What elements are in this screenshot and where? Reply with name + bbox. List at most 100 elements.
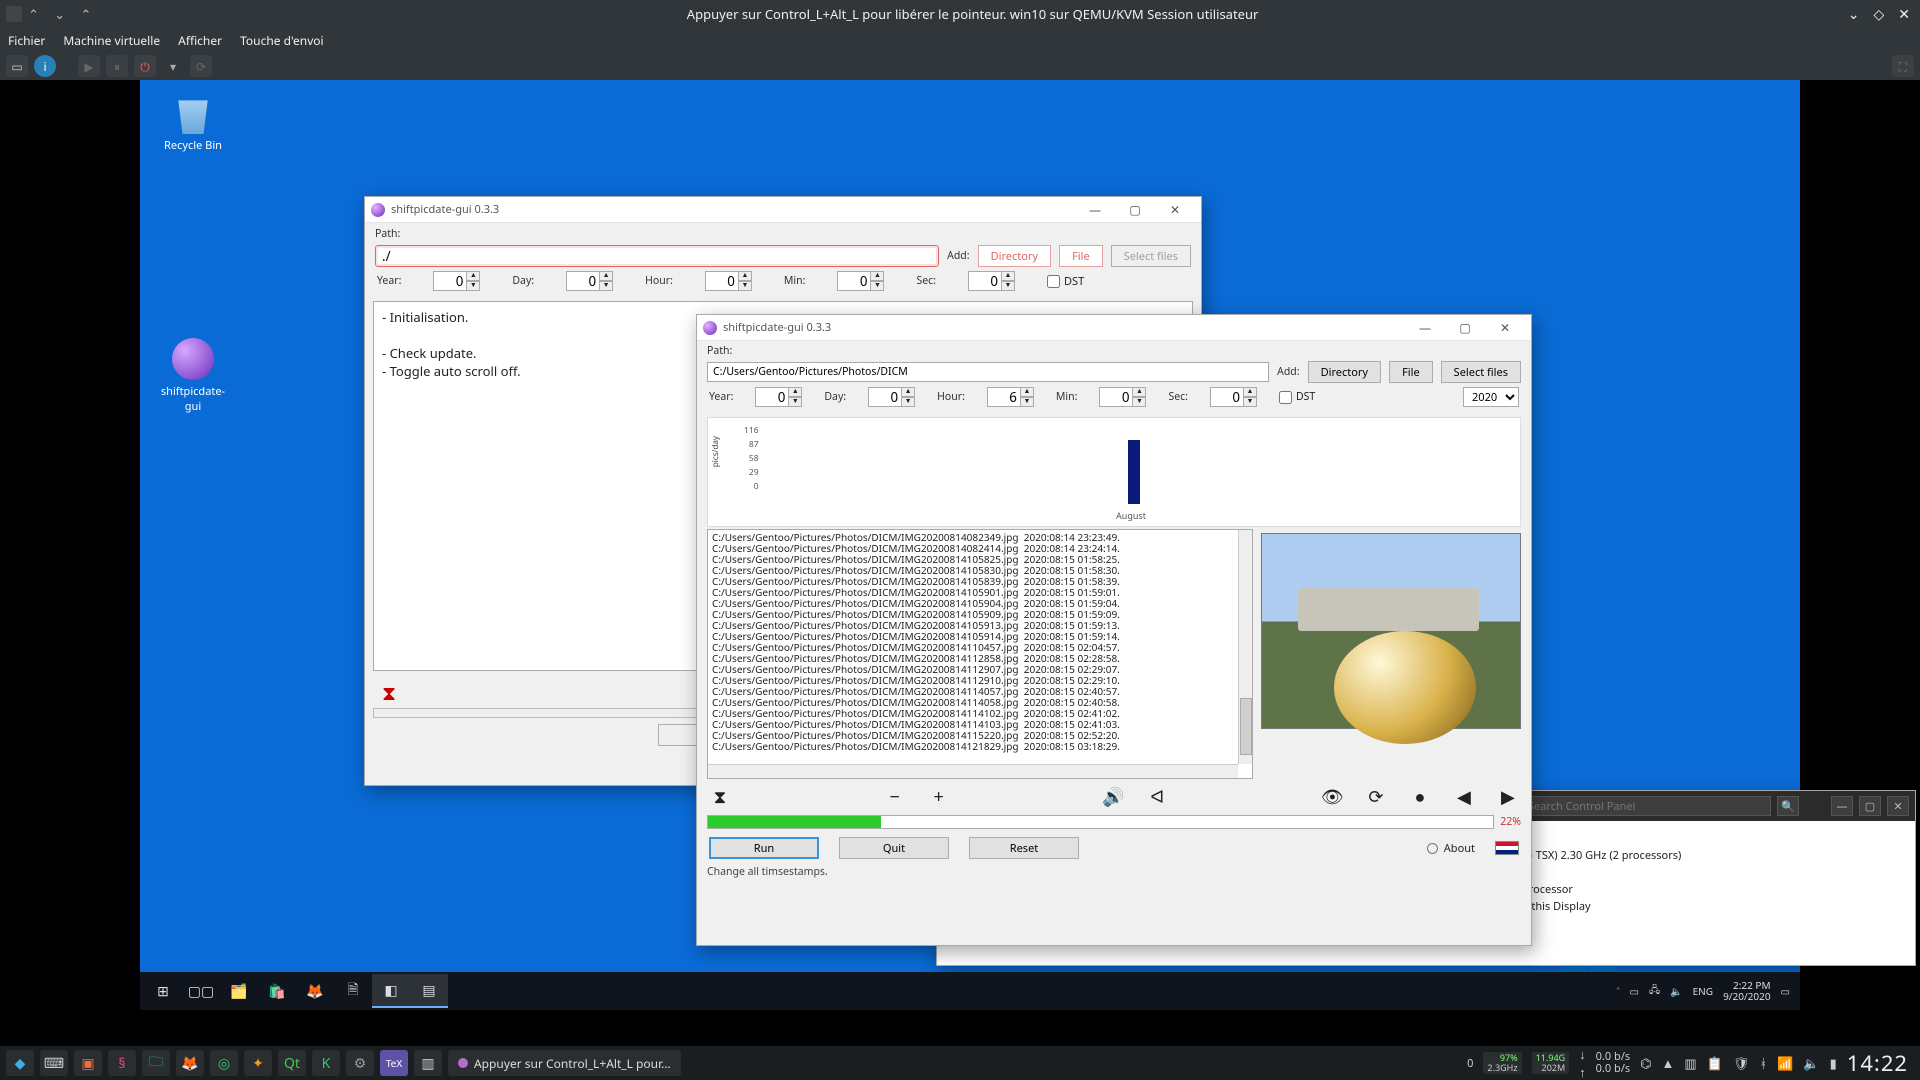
winA-minimize-icon[interactable]: — bbox=[1075, 198, 1115, 222]
host-close-icon[interactable]: ✕ bbox=[1898, 5, 1910, 24]
taskbar-app-shiftpicdate[interactable]: ◧ bbox=[372, 974, 410, 1008]
host-folder-icon[interactable]: 🗀 bbox=[142, 1050, 170, 1076]
winB-reset-button[interactable]: Reset bbox=[969, 837, 1079, 859]
winA-scroll-bottom-icon[interactable]: ⧗ bbox=[375, 679, 403, 706]
host-shield-icon[interactable]: 🛡 bbox=[1733, 1054, 1750, 1072]
winB-scroll-bottom-icon[interactable]: ⧗ bbox=[709, 785, 731, 809]
host-cpu-monitor[interactable]: 97%2.3GHz bbox=[1483, 1052, 1521, 1074]
cp-minimize-icon[interactable]: — bbox=[1831, 796, 1853, 816]
host-files-icon[interactable]: ▣ bbox=[74, 1050, 102, 1076]
desktop-icon-shiftpicdate[interactable]: shiftpicdate-gui bbox=[158, 338, 228, 414]
winB-flame-icon[interactable]: ᐊ bbox=[1146, 785, 1168, 809]
winB-minus-icon[interactable]: − bbox=[884, 785, 906, 809]
toolbar-dropdown-icon[interactable]: ▾ bbox=[162, 55, 184, 77]
tray-lang[interactable]: ENG bbox=[1693, 984, 1713, 998]
winB-about-radio[interactable] bbox=[1427, 843, 1438, 854]
windows-taskbar[interactable]: ⊞ ▢▢ 🗂️ 🛍️ 🦊 🗎 ◧ ▤ ˄ ▭ 🖧 🔈 ENG 2:22 PM 9… bbox=[140, 972, 1800, 1010]
host-volume-icon[interactable]: 🔈 bbox=[1803, 1054, 1819, 1072]
host-firefox-icon[interactable]: 🦊 bbox=[176, 1050, 204, 1076]
tray-clock[interactable]: 2:22 PM 9/20/2020 bbox=[1723, 980, 1770, 1002]
winA-day-spinner[interactable]: ▲▼ bbox=[566, 271, 613, 291]
toolbar-extra-icon[interactable]: ⟳ bbox=[190, 55, 212, 77]
cp-search-icon[interactable]: 🔍 bbox=[1777, 796, 1799, 816]
cp-maximize-icon[interactable]: ▢ bbox=[1859, 796, 1881, 816]
host-terminal-icon[interactable]: ⌨ bbox=[40, 1050, 68, 1076]
winB-run-button[interactable]: Run bbox=[709, 837, 819, 859]
windows-tray[interactable]: ˄ ▭ 🖧 🔈 ENG 2:22 PM 9/20/2020 ▭ bbox=[1617, 980, 1796, 1002]
winB-year-select[interactable]: 2020 bbox=[1463, 387, 1519, 407]
host-tex-icon[interactable]: TeX bbox=[380, 1050, 408, 1076]
winB-dst-checkbox[interactable] bbox=[1279, 391, 1292, 404]
host-braces-icon[interactable]: § bbox=[108, 1050, 136, 1076]
host-task-virtmanager[interactable]: Appuyer sur Control_L+Alt_L pour... bbox=[448, 1050, 681, 1076]
winB-file-button[interactable]: File bbox=[1389, 361, 1433, 383]
winA-path-input[interactable] bbox=[375, 245, 939, 267]
winB-close-icon[interactable]: ✕ bbox=[1485, 316, 1525, 340]
winB-plus-icon[interactable]: + bbox=[928, 785, 950, 809]
winA-select-files-button[interactable]: Select files bbox=[1111, 245, 1191, 267]
winB-hour-spinner[interactable]: ▲▼ bbox=[987, 387, 1034, 407]
winA-dst-checkbox[interactable] bbox=[1047, 275, 1060, 288]
winA-directory-button[interactable]: Directory bbox=[978, 245, 1051, 267]
cp-close-icon[interactable]: ✕ bbox=[1887, 796, 1909, 816]
explorer-icon[interactable]: 🗂️ bbox=[220, 974, 258, 1008]
host-mem-monitor[interactable]: 11.94G202M bbox=[1532, 1052, 1570, 1074]
winB-lang-flag-icon[interactable] bbox=[1495, 841, 1519, 855]
tray-chevron-icon[interactable]: ˄ bbox=[1617, 984, 1620, 998]
host-clock[interactable]: 14:22 bbox=[1847, 1048, 1908, 1078]
winB-sec-spinner[interactable]: ▲▼ bbox=[1210, 387, 1257, 407]
toolbar-play-icon[interactable]: ▶ bbox=[78, 55, 100, 77]
winA-close-icon[interactable]: ✕ bbox=[1155, 198, 1195, 222]
winB-directory-button[interactable]: Directory bbox=[1308, 361, 1381, 383]
winB-next-icon[interactable]: ▶ bbox=[1497, 785, 1519, 809]
start-button[interactable]: ⊞ bbox=[144, 974, 182, 1008]
host-bluetooth-icon[interactable]: ᚼ bbox=[1759, 1054, 1767, 1072]
notepad-icon[interactable]: 🗎 bbox=[334, 974, 372, 1008]
tray-volume-icon[interactable]: 🔈 bbox=[1670, 984, 1682, 998]
winB-file-list[interactable]: C:/Users/Gentoo/Pictures/Photos/DICM/IMG… bbox=[707, 529, 1253, 779]
menu-vm[interactable]: Machine virtuelle bbox=[63, 32, 160, 49]
winB-list-hscroll[interactable] bbox=[708, 764, 1238, 778]
winB-select-files-button[interactable]: Select files bbox=[1441, 361, 1521, 383]
winA-min-spinner[interactable]: ▲▼ bbox=[837, 271, 884, 291]
menu-file[interactable]: Fichier bbox=[8, 32, 45, 49]
winB-prev-icon[interactable]: ◀ bbox=[1453, 785, 1475, 809]
firefox-icon[interactable]: 🦊 bbox=[296, 974, 334, 1008]
winB-refresh-icon[interactable]: ⟳ bbox=[1365, 785, 1387, 809]
winB-min-spinner[interactable]: ▲▼ bbox=[1099, 387, 1146, 407]
host-launcher-icon[interactable]: ◆ bbox=[6, 1050, 34, 1076]
store-icon[interactable]: 🛍️ bbox=[258, 974, 296, 1008]
toolbar-pause-icon[interactable]: ⏸ bbox=[106, 55, 128, 77]
host-gear-icon[interactable]: ⚙ bbox=[346, 1050, 374, 1076]
host-maximize-icon[interactable]: ◇ bbox=[1873, 5, 1884, 24]
winB-record-icon[interactable]: ● bbox=[1409, 785, 1431, 809]
winB-path-input[interactable] bbox=[707, 362, 1269, 382]
menu-sendkey[interactable]: Touche d'envoi bbox=[240, 32, 324, 49]
tray-meet-icon[interactable]: ▭ bbox=[1630, 984, 1639, 998]
toolbar-fullscreen-icon[interactable]: ⛶ bbox=[1892, 55, 1914, 77]
tray-network-icon[interactable]: 🖧 bbox=[1649, 982, 1660, 1000]
host-konqueror-icon[interactable]: ✦ bbox=[244, 1050, 272, 1076]
toolbar-power-icon[interactable]: ⏻ bbox=[134, 55, 156, 77]
winB-eye-icon[interactable]: 👁 bbox=[1321, 785, 1343, 809]
menu-display[interactable]: Afficher bbox=[178, 32, 222, 49]
winB-volume-icon[interactable]: 🔊 bbox=[1102, 785, 1124, 809]
winB-histogram[interactable]: pics/day 116 87 58 29 0 August bbox=[707, 417, 1521, 527]
winA-sec-spinner[interactable]: ▲▼ bbox=[968, 271, 1015, 291]
winB-year-spinner[interactable]: ▲▼ bbox=[755, 387, 802, 407]
host-chromium-icon[interactable]: ◎ bbox=[210, 1050, 238, 1076]
tray-notifications-icon[interactable]: ▭ bbox=[1781, 984, 1790, 998]
winB-maximize-icon[interactable]: ▢ bbox=[1445, 316, 1485, 340]
host-clipboard-icon[interactable]: 📋 bbox=[1707, 1054, 1723, 1072]
host-wifi-icon[interactable]: 📶 bbox=[1777, 1054, 1793, 1072]
winB-minimize-icon[interactable]: — bbox=[1405, 316, 1445, 340]
winB-day-spinner[interactable]: ▲▼ bbox=[868, 387, 915, 407]
toolbar-info-icon[interactable]: i bbox=[34, 55, 56, 77]
winA-hour-spinner[interactable]: ▲▼ bbox=[705, 271, 752, 291]
winB-quit-button[interactable]: Quit bbox=[839, 837, 949, 859]
winA-year-spinner[interactable]: ▲▼ bbox=[433, 271, 480, 291]
taskbar-app-controlpanel[interactable]: ▤ bbox=[410, 974, 448, 1008]
host-minimize-icon[interactable]: ⌄ bbox=[1848, 5, 1860, 24]
host-title-chevrons[interactable]: ⌃ ⌄ ⌃ bbox=[28, 5, 97, 23]
host-system-tray[interactable]: 0 97%2.3GHz 11.94G202M ↓↑ 0.0 b/s0.0 b/s… bbox=[1467, 1045, 1920, 1080]
